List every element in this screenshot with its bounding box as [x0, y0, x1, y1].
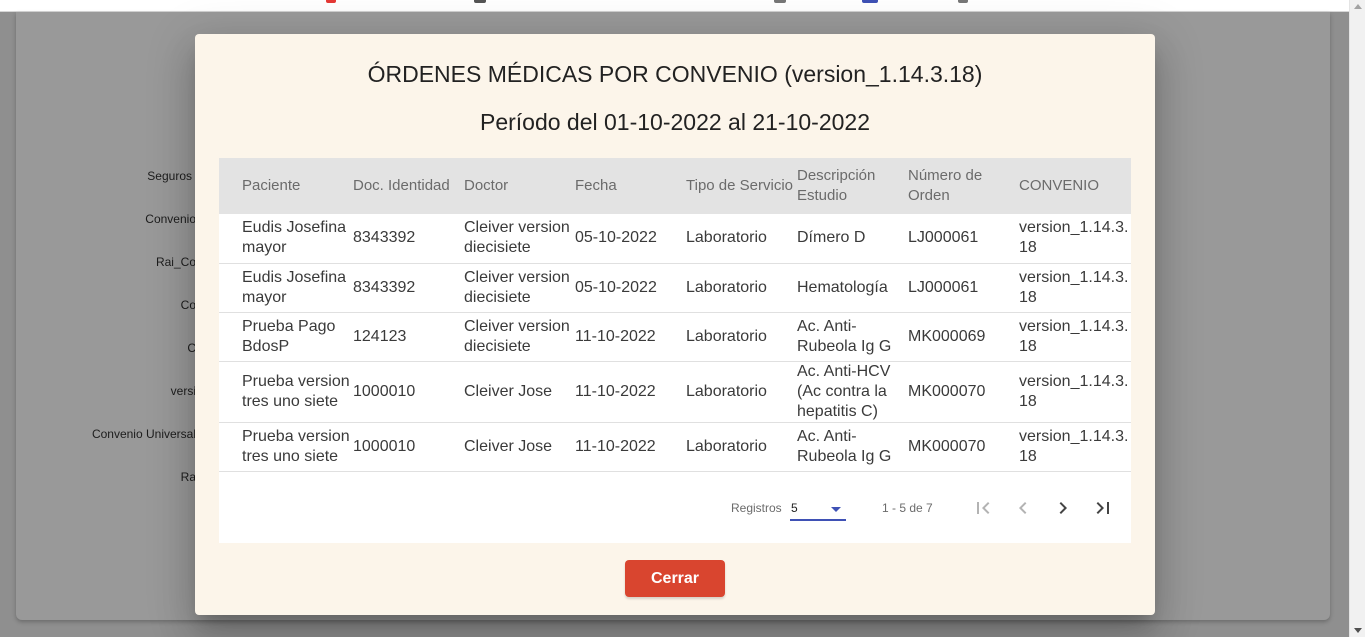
- table-header-row: Paciente Doc. Identidad Doctor Fecha Tip…: [219, 158, 1131, 214]
- cell-convenio: version_1.14.3.18: [1019, 372, 1129, 410]
- column-header-tipo-servicio[interactable]: Tipo de Servicio: [686, 158, 797, 214]
- cell-descripcion: Dímero D: [797, 229, 866, 247]
- cell-fecha: 11-10-2022: [575, 437, 656, 455]
- column-header-convenio[interactable]: CONVENIO: [1019, 158, 1131, 214]
- table-row: Prueba Pago BdosP 124123 Cleiver version…: [219, 312, 1131, 361]
- cell-paciente: Prueba Pago BdosP: [242, 317, 336, 355]
- first-page-icon: [977, 502, 990, 514]
- background-label: Ra: [180, 470, 196, 484]
- cell-tipo: Laboratorio: [686, 382, 767, 400]
- cell-descripcion: Ac. Anti-Rubeola Ig G: [797, 317, 892, 355]
- chevron-left-icon: [1019, 502, 1027, 514]
- cell-convenio: version_1.14.3.18: [1019, 219, 1129, 257]
- close-button[interactable]: Cerrar: [625, 560, 725, 597]
- page-scrollbar[interactable]: [1349, 0, 1365, 637]
- cell-doc: 8343392: [353, 278, 416, 296]
- cell-convenio: version_1.14.3.18: [1019, 268, 1129, 306]
- cell-doctor: Cleiver Jose: [464, 437, 553, 455]
- cell-descripcion: Hematología: [797, 278, 888, 296]
- cell-doc: 124123: [353, 327, 407, 345]
- background-label: Seguros: [147, 169, 192, 183]
- first-page-button[interactable]: [963, 488, 1003, 528]
- chevron-right-icon: [1059, 502, 1067, 514]
- cell-convenio: version_1.14.3.18: [1019, 427, 1129, 465]
- table-row: Eudis Josefina mayor 8343392 Cleiver ver…: [219, 263, 1131, 312]
- cell-paciente: Eudis Josefina mayor: [242, 219, 347, 257]
- report-dialog: ÓRDENES MÉDICAS POR CONVENIO (version_1.…: [195, 34, 1155, 615]
- cell-tipo: Laboratorio: [686, 327, 767, 345]
- dropdown-arrow-icon: [831, 507, 841, 512]
- cell-fecha: 05-10-2022: [575, 278, 657, 296]
- page-top-strip: [0, 0, 1349, 12]
- cell-tipo: Laboratorio: [686, 229, 767, 247]
- cell-descripcion: Ac. Anti-HCV (Ac contra la hepatitis C): [797, 362, 891, 420]
- cell-fecha: 11-10-2022: [575, 327, 656, 345]
- cell-doctor: Cleiver Jose: [464, 382, 553, 400]
- column-header-paciente[interactable]: Paciente: [219, 158, 353, 214]
- cell-fecha: 11-10-2022: [575, 382, 656, 400]
- header-fragment: [958, 0, 968, 3]
- column-header-descripcion[interactable]: Descripción Estudio: [797, 158, 908, 214]
- header-fragment: [774, 0, 786, 3]
- cell-paciente: Eudis Josefina mayor: [242, 268, 347, 306]
- cell-doc: 1000010: [353, 437, 416, 455]
- cell-doctor: Cleiver version diecisiete: [464, 268, 570, 306]
- column-header-fecha[interactable]: Fecha: [575, 158, 686, 214]
- dialog-title: ÓRDENES MÉDICAS POR CONVENIO (version_1.…: [367, 61, 983, 87]
- background-label: Convenio: [145, 212, 196, 226]
- last-page-button[interactable]: [1083, 488, 1123, 528]
- previous-page-button[interactable]: [1003, 488, 1043, 528]
- orders-table: Paciente Doc. Identidad Doctor Fecha Tip…: [219, 158, 1131, 472]
- page-size-select[interactable]: 5: [790, 495, 846, 521]
- cell-orden: LJ000061: [908, 278, 979, 296]
- cell-paciente: Prueba version tres uno siete: [242, 427, 350, 465]
- cell-paciente: Prueba version tres uno siete: [242, 372, 350, 410]
- cell-orden: MK000070: [908, 382, 986, 400]
- table-row: Prueba version tres uno siete 1000010 Cl…: [219, 422, 1131, 471]
- background-label: versi: [170, 384, 196, 398]
- cell-tipo: Laboratorio: [686, 437, 767, 455]
- cell-orden: LJ000061: [908, 229, 979, 247]
- cell-doc: 1000010: [353, 382, 416, 400]
- next-page-button[interactable]: [1043, 488, 1083, 528]
- cell-convenio: version_1.14.3.18: [1019, 317, 1129, 355]
- background-label: Co: [180, 298, 196, 312]
- cell-orden: MK000069: [908, 327, 986, 345]
- column-header-doc-identidad[interactable]: Doc. Identidad: [353, 158, 464, 214]
- cell-fecha: 05-10-2022: [575, 229, 657, 247]
- table-row: Eudis Josefina mayor 8343392 Cleiver ver…: [219, 214, 1131, 263]
- page-range-label: 1 - 5 de 7: [882, 501, 933, 515]
- background-label: Convenio Universal: [91, 427, 196, 441]
- cell-descripcion: Ac. Anti-Rubeola Ig G: [797, 427, 892, 465]
- header-fragment: [862, 0, 878, 3]
- column-header-doctor[interactable]: Doctor: [464, 158, 575, 214]
- page-size-label: Registros: [731, 501, 782, 515]
- table-row: Prueba version tres uno siete 1000010 Cl…: [219, 361, 1131, 422]
- paginator: Registros 5 1 - 5 de 7: [219, 473, 1131, 543]
- orders-table-container: Paciente Doc. Identidad Doctor Fecha Tip…: [219, 158, 1131, 543]
- cell-doctor: Cleiver version diecisiete: [464, 219, 570, 257]
- last-page-icon: [1096, 502, 1109, 514]
- background-label: Rai_Co: [155, 255, 196, 269]
- cell-orden: MK000070: [908, 437, 986, 455]
- scroll-down-icon[interactable]: [1354, 628, 1362, 633]
- column-header-numero-orden[interactable]: Número de Orden: [908, 158, 1019, 214]
- cell-doctor: Cleiver version diecisiete: [464, 317, 570, 355]
- header-fragment: [326, 0, 336, 3]
- scroll-up-icon[interactable]: [1354, 4, 1362, 9]
- page-size-value: 5: [791, 501, 798, 515]
- header-fragment: [474, 0, 486, 3]
- cell-doc: 8343392: [353, 229, 416, 247]
- dialog-period: Período del 01-10-2022 al 21-10-2022: [479, 109, 870, 135]
- cell-tipo: Laboratorio: [686, 278, 767, 296]
